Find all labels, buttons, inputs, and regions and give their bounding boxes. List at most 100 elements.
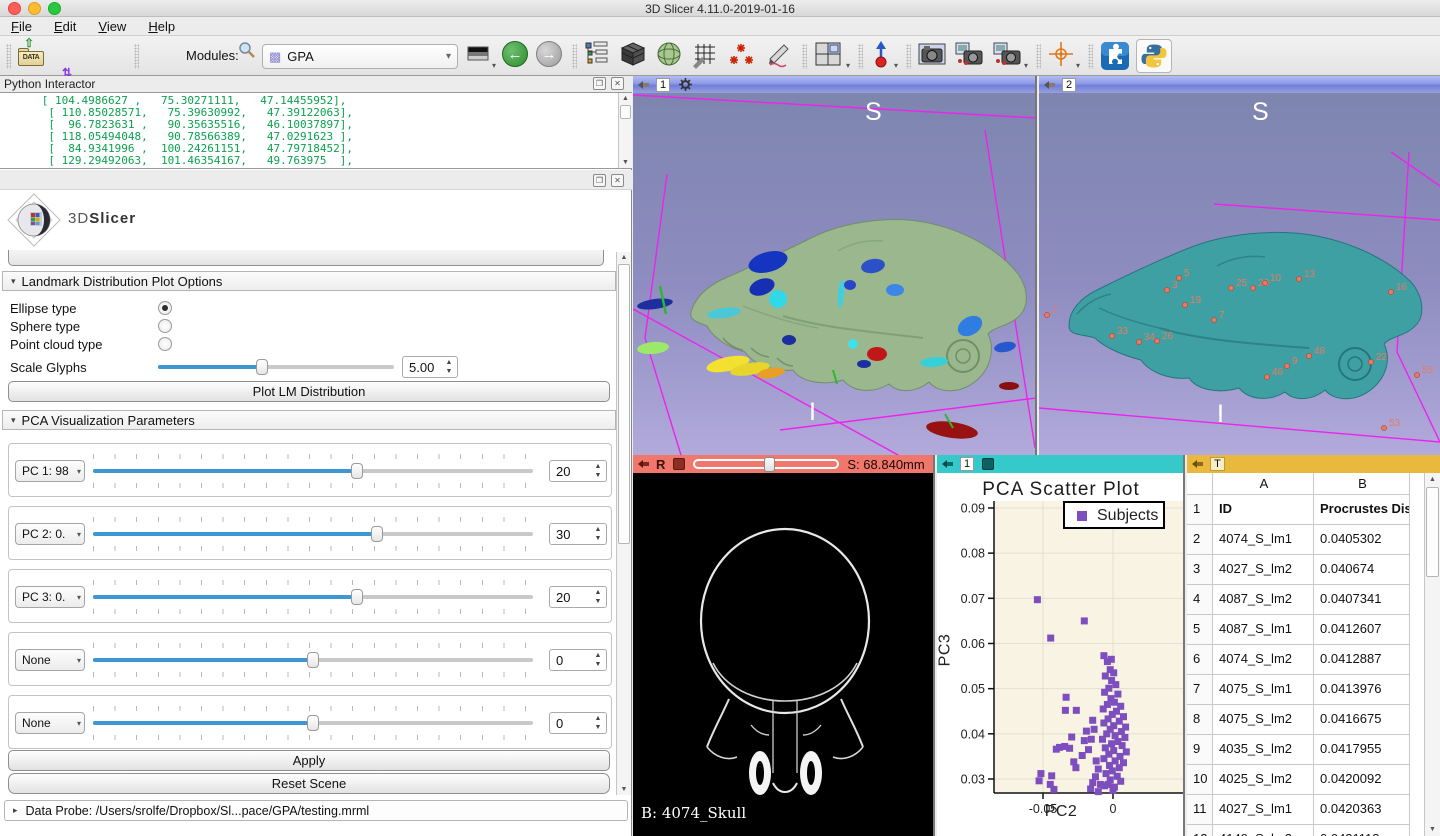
table-row[interactable]: 94035_S_lm20.0417955 [1187,735,1423,765]
window-level-button[interactable] [466,41,490,71]
menu-view[interactable]: View [87,19,137,34]
chevron-down-icon[interactable]: ▾ [894,61,898,70]
pc-value-spinbox[interactable]: 20▲▼ [549,586,607,608]
table-row[interactable]: 44087_S_lm20.0407341 [1187,585,1423,615]
scale-glyphs-spinbox[interactable]: 5.00 ▲▼ [402,356,458,378]
scroll-up-icon[interactable]: ▲ [617,254,631,261]
pin-icon[interactable] [1044,80,1056,90]
pc-slider[interactable] [93,469,533,473]
toolbar-grip[interactable] [1036,44,1041,69]
slice-menu-icon[interactable] [673,458,685,470]
float-panel-icon[interactable]: ❐ [593,174,606,187]
scroll-down-icon[interactable]: ▼ [619,159,632,166]
chevron-down-icon[interactable]: ▾ [1076,61,1080,70]
toolbar-grip[interactable] [906,44,911,69]
table-row[interactable]: 114027_S_lm10.0420363 [1187,795,1423,825]
menu-file[interactable]: File [0,19,43,34]
clipped-button[interactable] [8,250,604,268]
green-sphere-icon[interactable] [656,41,682,71]
toolbar-grip[interactable] [572,44,577,69]
extensions-manager-icon[interactable] [1100,41,1130,71]
table-view[interactable]: T AB1IDProcrustes Distance24074_S_lm10.0… [1187,455,1440,836]
table-row[interactable]: 24074_S_lm10.0405302 [1187,525,1423,555]
pc-slider[interactable] [93,658,533,662]
float-panel-icon[interactable]: ❐ [593,77,606,90]
pca-section-header[interactable]: ▾ PCA Visualization Parameters [2,410,616,430]
module-selector-combobox[interactable]: ▩ GPA ▾ [262,44,458,69]
spin-arrows-icon[interactable]: ▲▼ [592,651,604,669]
menu-help[interactable]: Help [137,19,186,34]
layout-selector-button[interactable] [814,41,844,71]
gear-icon[interactable] [679,78,692,91]
data-probe-bar[interactable]: ▸ Data Probe: /Users/srolfe/Dropbox/Sl..… [4,800,628,821]
column-header-b[interactable]: B [1314,473,1410,495]
spin-arrows-icon[interactable]: ▲▼ [443,358,455,376]
pc-component-combobox[interactable]: PC 1: 98▾ [15,460,85,482]
pin-icon[interactable] [1192,459,1204,469]
table-row[interactable]: 84075_S_lm20.0416675 [1187,705,1423,735]
point-cloud-type-radio[interactable] [158,337,172,351]
toolbar-grip[interactable] [858,44,863,69]
scroll-down-icon[interactable]: ▼ [617,786,631,793]
transforms-grid-icon[interactable] [692,41,718,71]
pc-value-spinbox[interactable]: 0▲▼ [549,649,607,671]
plot-lm-distribution-button[interactable]: Plot LM Distribution [8,381,610,402]
chevron-down-icon[interactable]: ▾ [492,61,496,70]
redo-button[interactable]: → [536,41,562,67]
pin-icon[interactable] [638,459,650,469]
table-row[interactable]: 124149_S_lm20.0421118 [1187,825,1423,836]
reset-scene-button[interactable]: Reset Scene [8,773,610,794]
pc-value-spinbox[interactable]: 0▲▼ [549,712,607,734]
pc-component-combobox[interactable]: PC 3: 0.▾ [15,586,85,608]
menu-edit[interactable]: Edit [43,19,87,34]
table-row[interactable]: 1IDProcrustes Distance [1187,495,1423,525]
load-data-button[interactable]: ⇧ DATA [16,41,46,71]
pc-component-combobox[interactable]: None▾ [15,649,85,671]
table-row[interactable]: 34027_S_lm20.040674 [1187,555,1423,585]
procrustes-table[interactable]: AB1IDProcrustes Distance24074_S_lm10.040… [1187,473,1423,836]
table-row[interactable]: 104025_S_lm20.0420092 [1187,765,1423,795]
subject-hierarchy-button[interactable] [584,41,610,71]
scroll-up-icon[interactable]: ▲ [1425,476,1440,483]
toolbar-grip[interactable] [134,44,139,69]
annotation-pencil-icon[interactable] [766,41,792,71]
red-slice-view[interactable]: R S: 68.840mm B: 4074_Skull [633,455,935,836]
table-row[interactable]: 54087_S_lm10.0412607 [1187,615,1423,645]
spin-arrows-icon[interactable]: ▲▼ [592,714,604,732]
landmark-section-header[interactable]: ▾ Landmark Distribution Plot Options [2,271,616,291]
threed-view-1[interactable]: 1 S I [633,76,1037,455]
close-panel-icon[interactable]: ✕ [611,77,624,90]
pc-value-spinbox[interactable]: 20▲▼ [549,460,607,482]
pc-component-combobox[interactable]: PC 2: 0.▾ [15,523,85,545]
toolbar-grip[interactable] [6,44,11,69]
toolbar-grip[interactable] [802,44,807,69]
scale-glyphs-slider[interactable] [158,365,394,369]
module-panel-scrollbar[interactable]: ▲ ▼ [616,252,631,795]
undo-button[interactable]: ← [502,41,528,67]
pc-slider[interactable] [93,532,533,536]
python-console[interactable]: [ 104.4986627 , 75.30271111, 47.14455952… [0,92,632,169]
plot-view[interactable]: 1 0.090.080.070.060.050.040.03-0.050 PCA… [937,455,1185,836]
spin-arrows-icon[interactable]: ▲▼ [592,588,604,606]
slice-offset-slider[interactable] [693,459,839,469]
table-row[interactable]: 74075_S_lm10.0413976 [1187,675,1423,705]
python-console-button[interactable] [1136,39,1172,73]
screenshot-button[interactable] [918,41,946,71]
plot-menu-icon[interactable] [982,458,994,470]
pc-slider[interactable] [93,721,533,725]
toolbar-grip[interactable] [1088,44,1093,69]
pc-slider[interactable] [93,595,533,599]
place-point-button[interactable] [870,41,892,71]
spin-arrows-icon[interactable]: ▲▼ [592,525,604,543]
ellipse-type-radio[interactable] [158,301,172,315]
table-row[interactable]: 64074_S_lm20.0412887 [1187,645,1423,675]
markups-fiducial-icon[interactable] [728,41,756,71]
threed-view-2[interactable]: 233342635197252010131622489465553 2 S I [1039,76,1440,455]
spin-arrows-icon[interactable]: ▲▼ [592,462,604,480]
chevron-down-icon[interactable]: ▾ [1024,61,1028,70]
module-search-icon[interactable] [238,41,256,71]
sphere-type-radio[interactable] [158,319,172,333]
table-scrollbar[interactable]: ▲ ▼ [1424,473,1440,836]
apply-button[interactable]: Apply [8,750,610,771]
chevron-down-icon[interactable]: ▾ [846,61,850,70]
